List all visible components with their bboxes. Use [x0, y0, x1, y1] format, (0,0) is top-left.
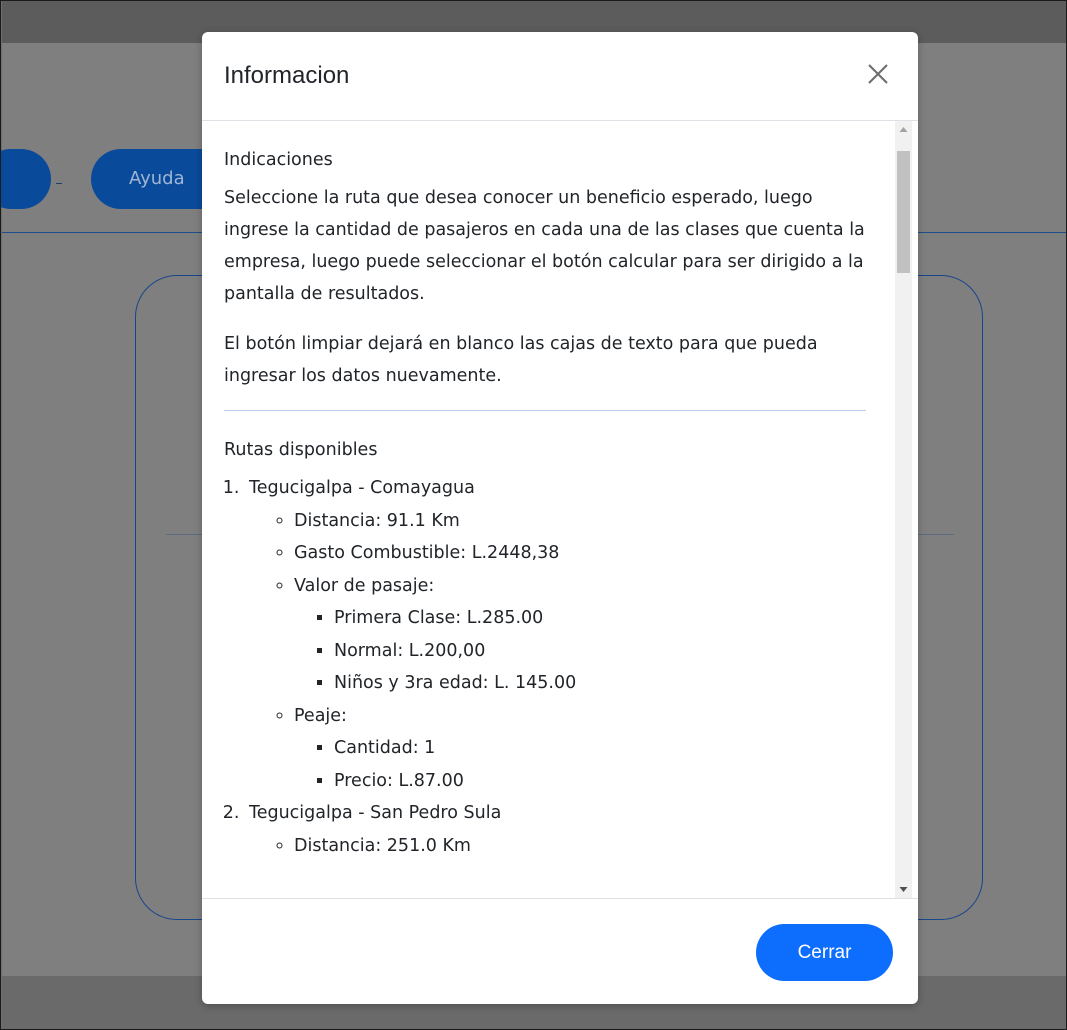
route-fuel-cost: Gasto Combustible: L.2448,38: [294, 537, 866, 570]
route-details: Distancia: 91.1 Km Gasto Combustible: L.…: [249, 505, 866, 798]
routes-list: Tegucigalpa - Comayagua Distancia: 91.1 …: [224, 472, 866, 862]
scroll-up-arrow-icon[interactable]: [895, 121, 912, 138]
rutas-heading: Rutas disponibles: [224, 440, 378, 460]
section-divider: [224, 410, 866, 411]
toll-item: Precio: L.87.00: [334, 765, 866, 798]
route-fare-group: Valor de pasaje: Primera Clase: L.285.00…: [294, 570, 866, 700]
fare-item: Normal: L.200,00: [334, 635, 866, 668]
limpiar-paragraph: El botón limpiar dejará en blanco las ca…: [224, 334, 818, 386]
modal-content: Indicaciones Seleccione la ruta que dese…: [224, 148, 866, 862]
route-details: Distancia: 251.0 Km: [249, 830, 866, 863]
modal-scrollbar[interactable]: [895, 121, 912, 898]
cerrar-button[interactable]: Cerrar: [756, 924, 893, 981]
route-toll-group: Peaje: Cantidad: 1 Precio: L.87.00: [294, 700, 866, 798]
fare-list: Primera Clase: L.285.00 Normal: L.200,00…: [294, 602, 866, 700]
fare-item: Primera Clase: L.285.00: [334, 602, 866, 635]
route-item: Tegucigalpa - Comayagua Distancia: 91.1 …: [245, 472, 866, 797]
modal-header: Informacion: [202, 32, 918, 121]
route-name: Tegucigalpa - San Pedro Sula: [249, 803, 502, 823]
indicaciones-heading: Indicaciones: [224, 150, 333, 170]
background-nav-separator: [56, 183, 62, 184]
scrollbar-thumb[interactable]: [897, 151, 910, 273]
close-icon: [868, 64, 888, 84]
indicaciones-paragraph: Seleccione la ruta que desea conocer un …: [224, 188, 865, 304]
toll-list: Cantidad: 1 Precio: L.87.00: [294, 732, 866, 797]
toll-label: Peaje:: [294, 705, 347, 726]
route-name: Tegucigalpa - Comayagua: [249, 478, 475, 498]
modal-footer: Cerrar: [202, 898, 918, 1004]
route-distance: Distancia: 91.1 Km: [294, 505, 866, 538]
fare-item: Niños y 3ra edad: L. 145.00: [334, 667, 866, 700]
route-distance: Distancia: 251.0 Km: [294, 830, 866, 863]
info-modal: Informacion Indicaciones Seleccione la r…: [202, 32, 918, 1004]
route-item: Tegucigalpa - San Pedro Sula Distancia: …: [245, 797, 866, 862]
close-button[interactable]: [864, 60, 892, 88]
scroll-down-arrow-icon[interactable]: [895, 881, 912, 898]
modal-body[interactable]: Indicaciones Seleccione la ruta que dese…: [202, 121, 918, 898]
modal-title: Informacion: [224, 62, 350, 89]
fare-label: Valor de pasaje:: [294, 575, 435, 596]
toll-item: Cantidad: 1: [334, 732, 866, 765]
